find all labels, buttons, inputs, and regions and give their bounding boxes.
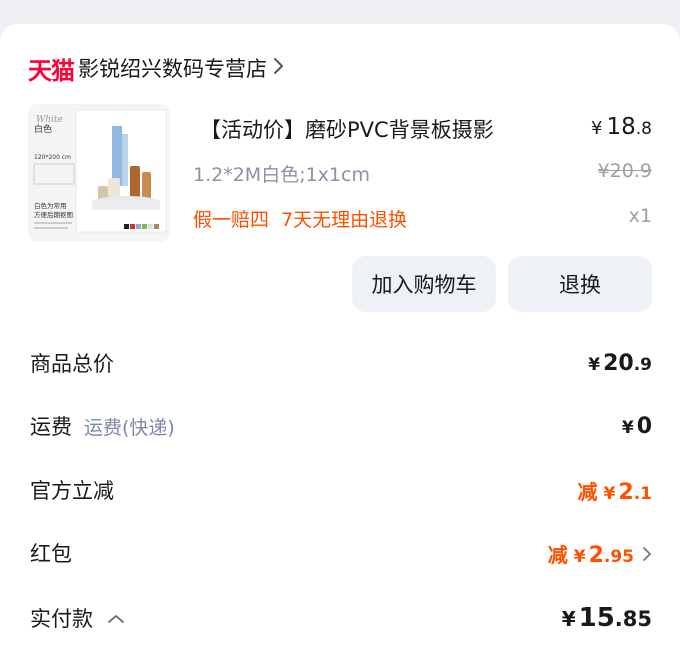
shop-header[interactable]: 天猫 影锐绍兴数码专营店 (28, 52, 285, 85)
chevron-right-icon[interactable] (273, 56, 285, 80)
add-to-cart-button[interactable]: 加入购物车 (352, 256, 496, 312)
goods-total-label: 商品总价 (30, 352, 114, 376)
discount-row: 官方立减 减 ¥2.1 (30, 470, 652, 510)
tmall-logo: 天猫 (28, 56, 75, 85)
chevron-right-icon[interactable] (642, 543, 652, 568)
thumb-tagline-1: 白色为常用 (34, 201, 67, 210)
thumb-tagline-2: 方便后期抠图 (34, 210, 73, 219)
product-thumbnail[interactable]: White 白色 120*200 cm 白色为常用 方便后期抠图 (28, 104, 170, 242)
original-price: ¥20.9 (597, 160, 652, 182)
service-tags[interactable]: 假一赔四 7天无理由退换 (193, 205, 407, 232)
paid-label: 实付款 (30, 607, 93, 631)
product-price: ¥18.8 (591, 114, 652, 140)
discount-label: 官方立减 (30, 479, 114, 503)
red-packet-value[interactable]: 减 ¥2.95 (548, 539, 652, 568)
paid-value: ¥15.85 (561, 603, 652, 633)
shipping-value: ¥0 (621, 413, 652, 439)
shipping-row: 运费 运费(快递) ¥0 (30, 406, 652, 446)
red-packet-label: 红包 (30, 542, 72, 566)
goods-total-row: 商品总价 ¥20.9 (30, 343, 652, 383)
shipping-label: 运费 (30, 415, 72, 439)
discount-value: 减 ¥2.1 (577, 479, 652, 505)
shop-name[interactable]: 影锐绍兴数码专营店 (78, 53, 267, 83)
goods-total-value: ¥20.9 (588, 350, 652, 376)
red-packet-row[interactable]: 红包 减 ¥2.95 (30, 533, 652, 573)
chevron-up-icon[interactable] (107, 606, 125, 630)
return-exchange-button[interactable]: 退换 (508, 256, 652, 312)
thumb-brand: White (36, 115, 63, 125)
thumb-color-label: 白色 (34, 123, 52, 135)
quantity: x1 (628, 205, 652, 227)
product-title[interactable]: 【活动价】磨砂PVC背景板摄影 (200, 114, 494, 144)
thumb-size-label: 120*200 cm (34, 154, 71, 161)
paid-row: 实付款 ¥15.85 (30, 598, 652, 638)
shipping-method: 运费(快递) (84, 416, 175, 439)
product-spec[interactable]: 1.2*2M白色;1x1cm (193, 160, 370, 187)
